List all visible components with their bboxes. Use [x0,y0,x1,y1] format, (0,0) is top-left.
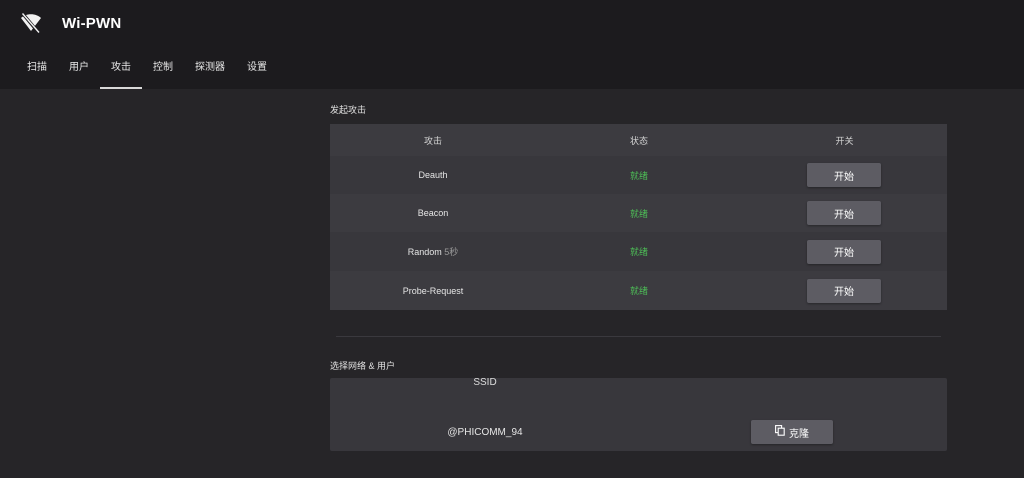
brand: Wi-PWN [20,11,121,35]
app-title: Wi-PWN [62,14,122,32]
copy-icon [775,425,789,439]
tab-attack[interactable]: 攻击 [100,50,142,89]
start-probe-request-button[interactable]: 开始 [807,278,881,303]
attack-name: Beacon [417,208,449,218]
start-random-button[interactable]: 开始 [807,239,881,264]
status-badge: 就绪 [629,247,648,257]
attack-name: Deauth [418,170,448,180]
table-row: Random 5秒 就绪 开始 [330,232,947,271]
tab-scan[interactable]: 扫描 [16,50,58,89]
tab-detector[interactable]: 探测器 [184,50,236,89]
attack-table-header: 攻击 状态 开关 [330,124,947,156]
status-badge: 就绪 [629,170,648,181]
header-switch: 开关 [835,135,854,146]
attack-duration: 5秒 [444,247,459,257]
tab-settings[interactable]: 设置 [236,50,278,89]
tab-users[interactable]: 用户 [58,50,100,89]
start-deauth-button[interactable]: 开始 [807,163,881,187]
attack-table: 攻击 状态 开关 Deauth 就绪 开始 Beacon 就绪 开始 Rando… [330,124,947,310]
network-table: SSID @PHICOMM_94 克隆 [330,377,947,451]
start-beacon-button[interactable]: 开始 [807,201,881,225]
table-row: @PHICOMM_94 克隆 [330,413,947,451]
clone-button-label: 克隆 [789,428,809,440]
main-tabs: 扫描 用户 攻击 控制 探测器 设置 [16,50,278,89]
table-row: Deauth 就绪 开始 [330,156,947,194]
ssid-value: @PHICOMM_94 [447,426,523,438]
section-divider [336,336,941,337]
clone-button[interactable]: 克隆 [751,420,833,444]
tab-control[interactable]: 控制 [142,50,184,89]
table-row: Beacon 就绪 开始 [330,194,947,232]
wifi-off-icon [20,13,42,33]
status-badge: 就绪 [629,286,648,296]
attack-name: Random 5秒 [407,247,459,257]
header-attack: 攻击 [423,135,442,146]
table-row: Probe-Request 就绪 开始 [330,271,947,310]
network-table-header: SSID [330,377,947,413]
status-badge: 就绪 [629,208,648,219]
network-section-title: 选择网络 & 用户 [330,361,396,371]
header-ssid: SSID [473,377,497,388]
attack-name: Probe-Request [402,285,464,296]
attack-section-title: 发起攻击 [330,105,367,115]
top-app-bar: Wi-PWN 扫描 用户 攻击 控制 探测器 设置 [0,0,1024,89]
header-status: 状态 [629,135,648,146]
